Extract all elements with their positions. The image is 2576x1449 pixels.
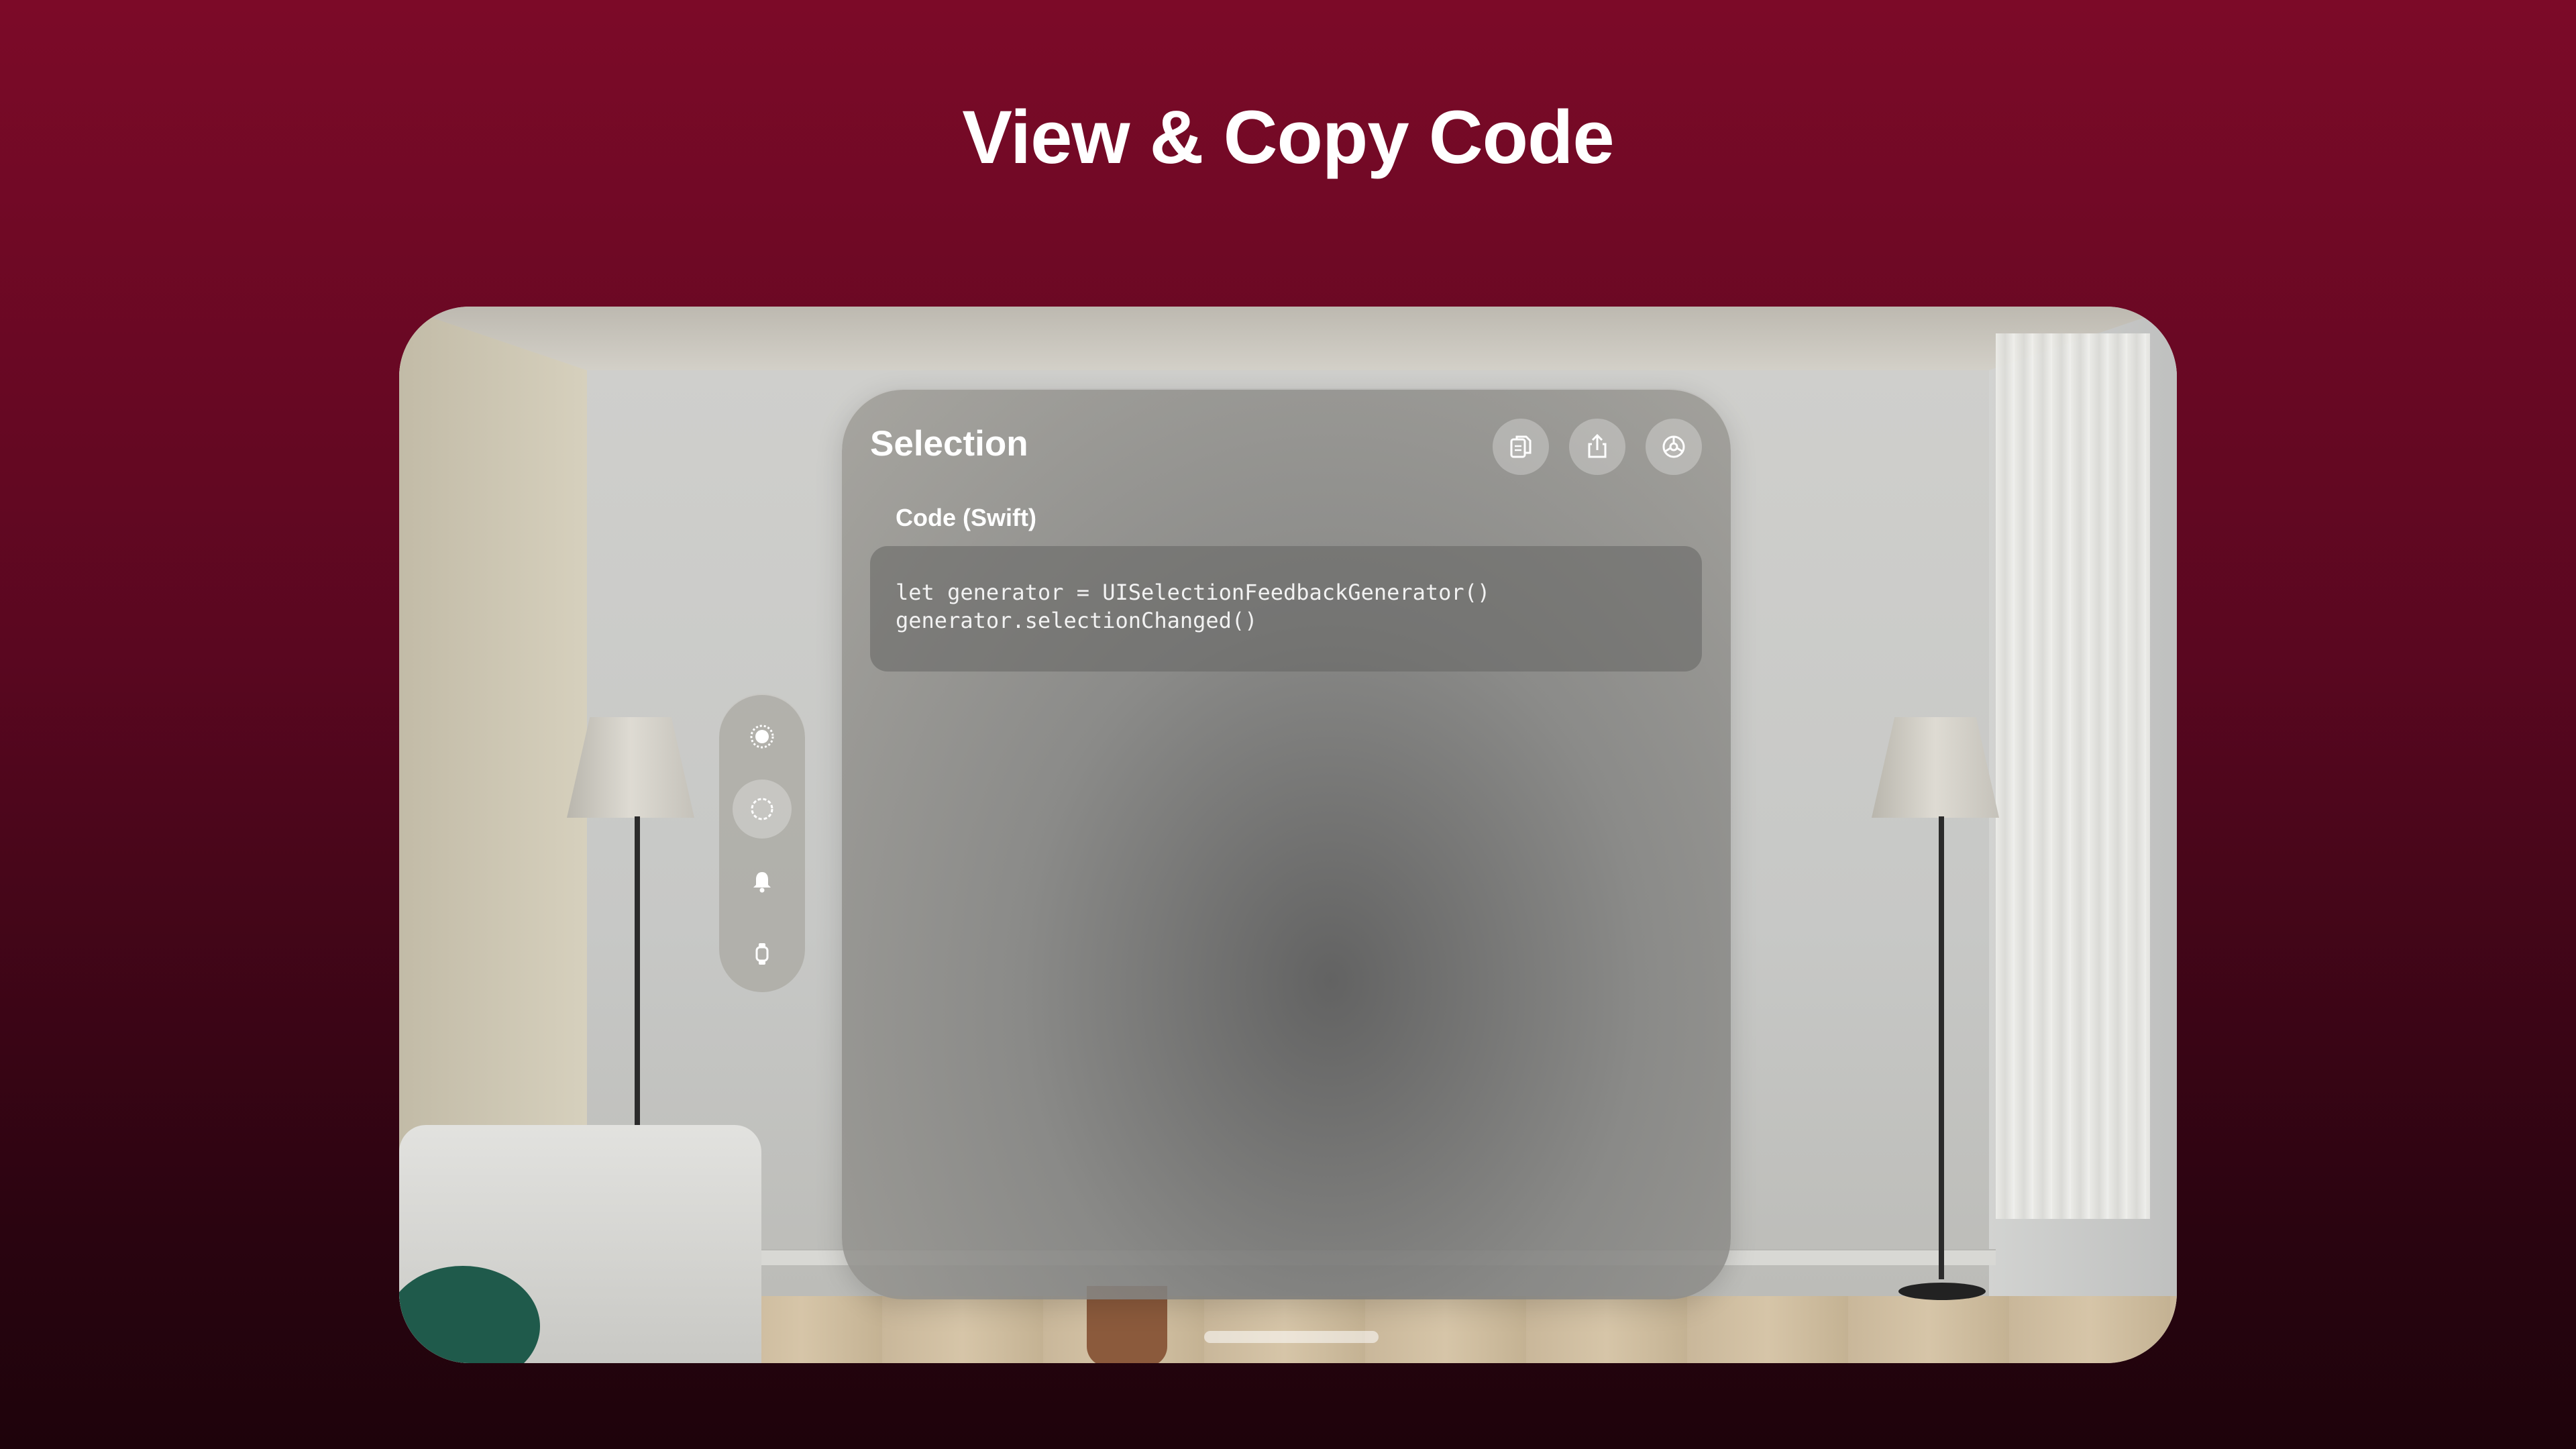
selection-window: Selection Code (Swift) let generator = U… (842, 388, 1731, 1299)
bell-icon (753, 872, 771, 893)
page-headline: View & Copy Code (962, 95, 1614, 179)
ornament-item-impact[interactable] (733, 707, 792, 766)
window-grabber-bar[interactable] (1204, 1331, 1379, 1343)
ornament-item-watch[interactable] (733, 924, 792, 983)
immersive-room-scene: Selection Code (Swift) let generator = U… (399, 307, 2177, 1363)
side-ornament-tabbar (719, 694, 805, 992)
selection-circle-icon (751, 798, 773, 820)
ceiling (399, 307, 2177, 374)
share-icon (1588, 433, 1607, 458)
copy-document-icon (1510, 435, 1532, 458)
right-lamp-base (1898, 1283, 1986, 1300)
right-lamp-pole (1939, 816, 1944, 1279)
settings-icon (1662, 435, 1685, 458)
ornament-item-selection[interactable] (733, 780, 792, 839)
share-button[interactable] (1569, 419, 1625, 475)
code-line: let generator = UISelectionFeedbackGener… (896, 580, 1491, 605)
haptic-impact-icon (750, 724, 774, 749)
watch-icon (755, 943, 769, 965)
code-line: generator.selectionChanged() (896, 608, 1258, 633)
settings-button[interactable] (1646, 419, 1702, 475)
copy-code-button[interactable] (1493, 419, 1549, 475)
window-title: Selection (870, 424, 1028, 464)
ornament-item-notification[interactable] (733, 852, 792, 911)
window-curtain (1996, 333, 2150, 1219)
code-block[interactable]: let generator = UISelectionFeedbackGener… (870, 546, 1702, 672)
code-language-label: Code (Swift) (896, 504, 1036, 531)
